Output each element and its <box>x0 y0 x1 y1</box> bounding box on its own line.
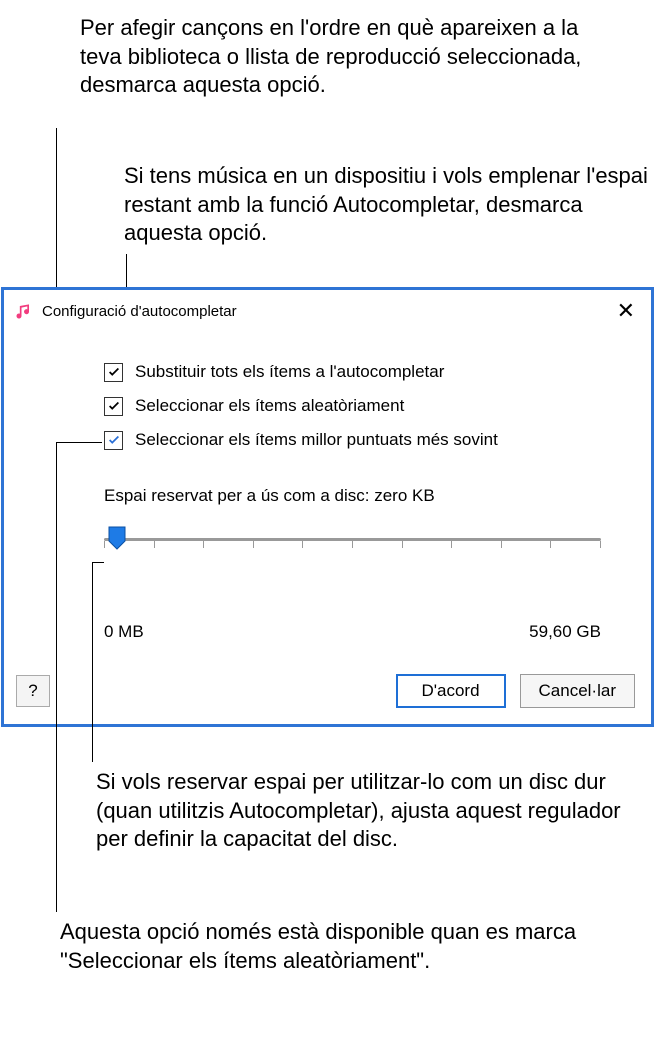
callout-line <box>56 442 57 912</box>
slider-max-label: 59,60 GB <box>529 622 601 642</box>
cancel-button[interactable]: Cancel·lar <box>520 674 635 708</box>
dialog-titlebar: Configuració d'autocompletar ✕ <box>4 290 651 332</box>
music-app-icon <box>14 301 34 321</box>
reserved-space-label: Espai reservat per a ús com a disc: zero… <box>104 486 601 506</box>
callout-replace-all: Si tens música en un dispositiu i vols e… <box>124 162 654 248</box>
close-icon[interactable]: ✕ <box>611 296 641 326</box>
callout-slider: Si vols reservar espai per utilitzar-lo … <box>96 768 651 854</box>
option-label: Seleccionar els ítems aleatòriament <box>135 396 404 416</box>
callout-random-order: Per afegir cançons en l'ordre en què apa… <box>80 14 600 100</box>
callout-higher-rated: Aquesta opció només està disponible quan… <box>60 918 620 975</box>
dialog-body: Substituir tots els ítems a l'autocomple… <box>4 332 651 662</box>
callout-line <box>56 442 102 443</box>
reserved-space-slider[interactable] <box>104 520 601 570</box>
checkbox-random[interactable] <box>104 397 123 416</box>
option-replace-all[interactable]: Substituir tots els ítems a l'autocomple… <box>104 362 601 382</box>
callout-line <box>92 562 93 762</box>
option-label: Seleccionar els ítems millor puntuats mé… <box>135 430 498 450</box>
help-button[interactable]: ? <box>16 675 50 707</box>
option-label: Substituir tots els ítems a l'autocomple… <box>135 362 444 382</box>
checkbox-higher-rated[interactable] <box>104 431 123 450</box>
option-random[interactable]: Seleccionar els ítems aleatòriament <box>104 396 601 416</box>
slider-range-labels: 0 MB 59,60 GB <box>104 622 601 642</box>
slider-ticks <box>104 541 601 551</box>
ok-button[interactable]: D'acord <box>396 674 506 708</box>
slider-min-label: 0 MB <box>104 622 144 642</box>
callout-line <box>92 562 104 563</box>
dialog-footer: ? D'acord Cancel·lar <box>4 662 651 724</box>
slider-thumb[interactable] <box>108 526 126 550</box>
dialog-title: Configuració d'autocompletar <box>42 303 237 320</box>
checkbox-replace-all[interactable] <box>104 363 123 382</box>
autofill-settings-dialog: Configuració d'autocompletar ✕ Substitui… <box>1 287 654 727</box>
option-higher-rated[interactable]: Seleccionar els ítems millor puntuats mé… <box>104 430 601 450</box>
